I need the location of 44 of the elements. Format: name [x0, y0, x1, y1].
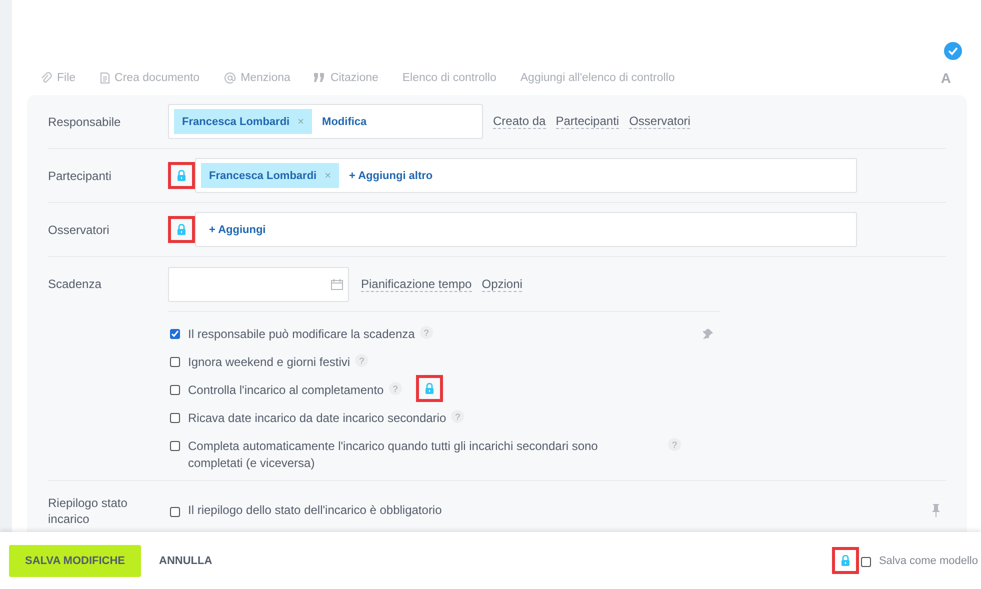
edit-link[interactable]: Modifica — [322, 116, 367, 128]
lock-icon[interactable] — [416, 375, 443, 402]
field-label: Riepilogo stato incarico — [48, 494, 128, 526]
option-label: Ignora weekend e giorni festivi — [188, 354, 350, 371]
role-link[interactable]: Creato da — [493, 114, 546, 129]
add-link[interactable]: + Aggiungi — [209, 224, 266, 236]
option-label: Il responsabile può modificare la scadenza — [188, 326, 415, 343]
cancel-button[interactable]: ANNULLA — [153, 554, 218, 568]
lock-icon[interactable] — [168, 162, 195, 189]
role-link[interactable]: Osservatori — [629, 114, 690, 129]
checkbox[interactable] — [170, 507, 180, 517]
checkbox[interactable] — [170, 441, 180, 451]
date-field[interactable] — [168, 266, 349, 302]
field-label: Osservatori — [48, 222, 110, 238]
option-label: Il riepilogo dello stato dell'incarico è obbligatorio — [188, 502, 442, 519]
save-button[interactable]: SALVA MODIFICHE — [9, 544, 142, 576]
lock-icon[interactable] — [168, 216, 195, 243]
option-label: Completa automaticamente l'incarico quando tutti gli incarichi secondari sono completati (e viceversa) — [188, 438, 599, 472]
field-label: Partecipanti — [48, 168, 112, 184]
deadline-link[interactable]: Pianificazione tempo — [361, 276, 472, 292]
checkbox[interactable] — [170, 357, 180, 367]
option-label: Ricava date incarico da date incarico secondario — [188, 410, 446, 427]
participants-field[interactable]: Francesca Lombardi × + Aggiungi altro — [195, 158, 857, 193]
checkbox[interactable] — [170, 413, 180, 423]
person-chip[interactable]: Francesca Lombardi × — [201, 163, 340, 188]
responsible-field[interactable]: Francesca Lombardi × Modifica — [168, 104, 483, 139]
observers-field[interactable]: + Aggiungi — [195, 212, 857, 247]
deadline-link[interactable]: Opzioni — [482, 276, 522, 292]
field-label: Responsabile — [48, 114, 122, 130]
template-checkbox[interactable] — [860, 557, 871, 567]
field-label: Scadenza — [48, 276, 102, 292]
option-label: Controlla l'incarico al completamento — [188, 382, 384, 399]
check-badge-icon[interactable] — [944, 42, 962, 60]
quote-icon — [314, 73, 326, 82]
at-sign-icon — [224, 72, 236, 84]
checkbox[interactable] — [170, 329, 180, 339]
person-chip[interactable]: Francesca Lombardi × — [174, 109, 312, 134]
paperclip-icon — [40, 72, 52, 84]
lock-icon[interactable] — [832, 547, 859, 574]
role-link[interactable]: Partecipanti — [556, 114, 620, 129]
document-icon — [100, 72, 110, 84]
checkbox[interactable] — [170, 385, 180, 395]
add-link[interactable]: + Aggiungi altro — [349, 170, 433, 182]
template-label: Salva come modello — [878, 554, 978, 566]
